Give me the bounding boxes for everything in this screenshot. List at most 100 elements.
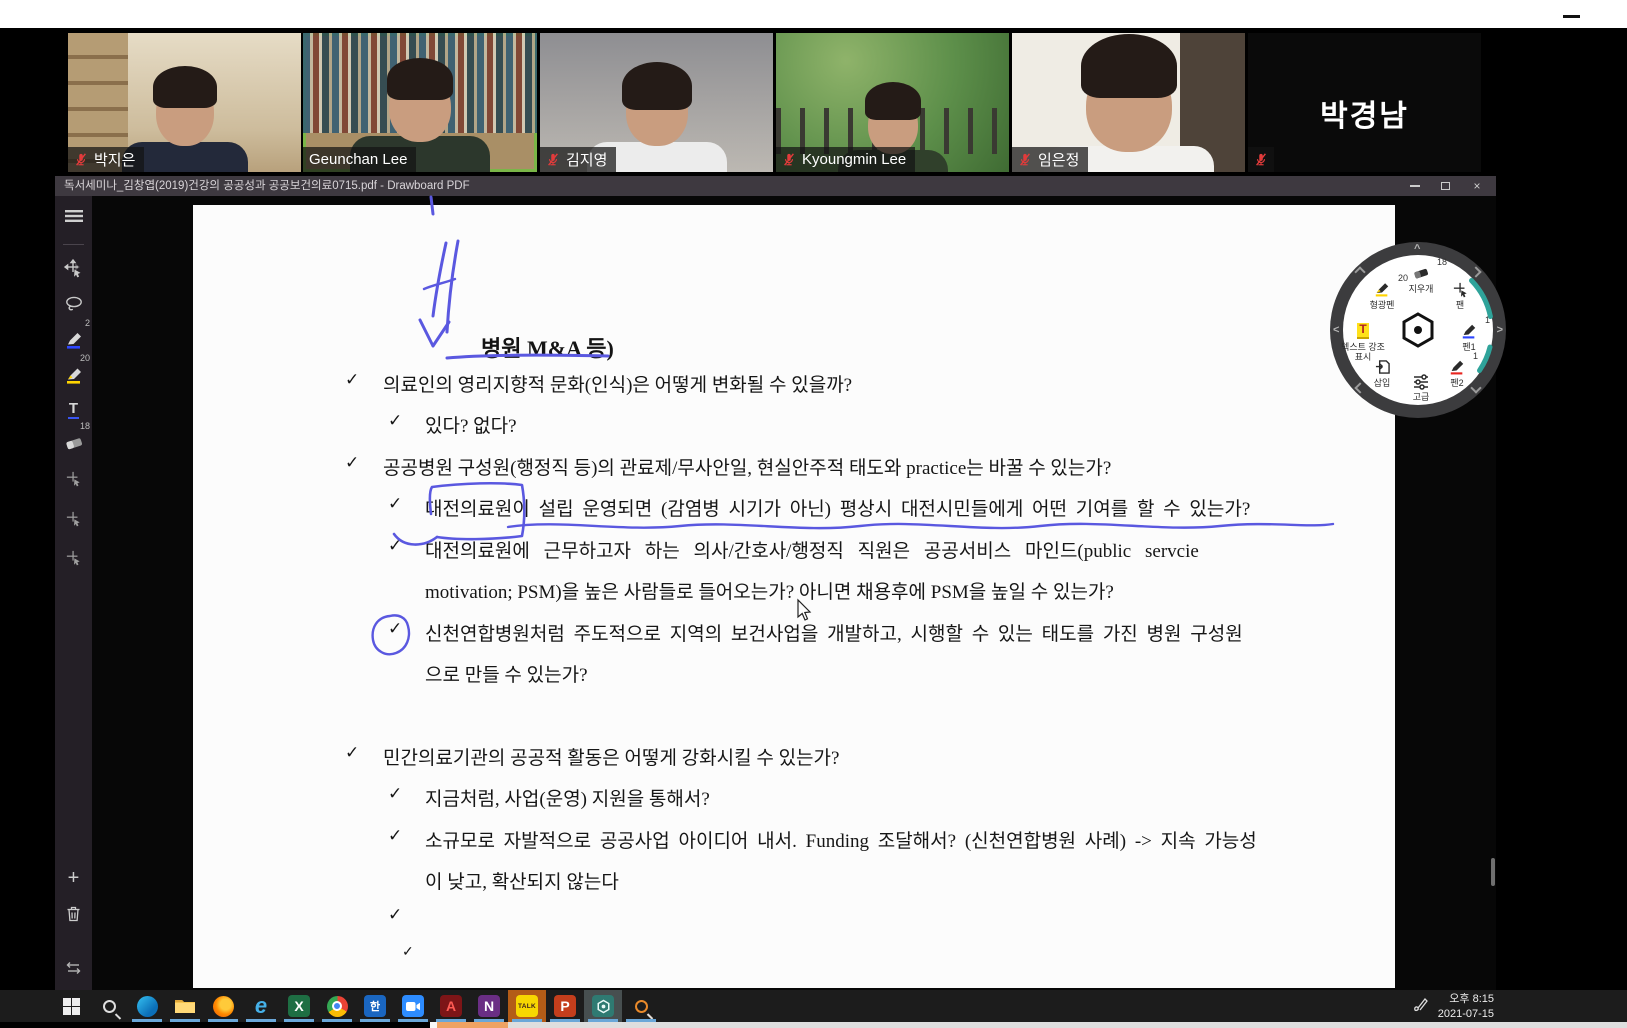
participant-name-label: 임은정 xyxy=(1012,147,1088,172)
file-explorer-icon xyxy=(174,997,196,1015)
participant-name: Kyoungmin Lee xyxy=(802,151,906,168)
text-highlight-icon: T xyxy=(1338,322,1388,340)
taskbar-app-magnifier[interactable] xyxy=(622,990,660,1022)
pdf-page[interactable] xyxy=(193,205,1395,988)
participant-name: 박경남 xyxy=(1248,91,1481,135)
taskbar-app-acrobat[interactable]: A xyxy=(432,990,470,1022)
participant-name: Geunchan Lee xyxy=(309,151,407,168)
taskbar-app-edge[interactable] xyxy=(128,990,166,1022)
participant-name-label xyxy=(1248,147,1274,172)
participant-name-label: 박지은 xyxy=(68,147,144,172)
participant-tile[interactable]: 김지영 xyxy=(540,33,773,172)
wheel-item-pan[interactable]: 팬 xyxy=(1432,280,1488,310)
taskbar-app-kakaotalk[interactable]: TALK xyxy=(508,990,546,1022)
bottom-edge-strip xyxy=(0,1022,1627,1028)
start-button[interactable] xyxy=(52,990,90,1022)
excel-icon: X xyxy=(288,995,310,1017)
highlighter-count-badge: 20 xyxy=(80,353,90,363)
muted-mic-icon xyxy=(1018,152,1032,167)
hancom-icon: 한 xyxy=(364,995,386,1017)
window-close-button[interactable]: × xyxy=(1462,176,1492,196)
minimize-icon[interactable] xyxy=(1563,15,1580,18)
windows-logo-icon xyxy=(63,998,80,1015)
undo-swap-icon[interactable] xyxy=(55,952,92,984)
scrollbar-thumb[interactable] xyxy=(1491,858,1495,886)
edge-icon xyxy=(137,996,158,1017)
ie-icon: e xyxy=(255,993,267,1019)
eraser-count-badge: 18 xyxy=(80,421,90,431)
magnifier-orange-icon xyxy=(635,1000,648,1013)
background-window-sliver xyxy=(437,1022,508,1028)
windows-ink-pen-icon[interactable] xyxy=(1413,997,1429,1018)
chrome-icon xyxy=(327,996,348,1017)
muted-mic-icon xyxy=(74,152,88,167)
taskbar-clock[interactable]: 오후 8:15 2021-07-15 xyxy=(1438,990,1494,1022)
participant-tile[interactable]: Kyoungmin Lee xyxy=(776,33,1009,172)
lasso-tool-icon[interactable] xyxy=(55,288,92,320)
background-window-sliver xyxy=(508,1022,1627,1028)
taskbar-app-chrome[interactable] xyxy=(318,990,356,1022)
taskbar-search-button[interactable] xyxy=(90,990,128,1022)
add-page-button[interactable]: + xyxy=(55,862,92,894)
drawboard-hexagon-icon[interactable] xyxy=(1398,310,1438,350)
participant-name-label: Geunchan Lee xyxy=(303,147,416,172)
pan-tool-4-icon[interactable] xyxy=(55,541,92,573)
window-minimize-button[interactable] xyxy=(1400,176,1430,196)
taskbar-app-powerpoint[interactable]: P xyxy=(546,990,584,1022)
pen-count-badge: 2 xyxy=(85,318,90,328)
pan-tool-2-icon[interactable] xyxy=(55,462,92,494)
taskbar-app-drawboard[interactable] xyxy=(584,990,622,1022)
advanced-sliders-icon xyxy=(1393,372,1449,390)
window-maximize-button[interactable] xyxy=(1430,176,1460,196)
search-icon xyxy=(103,1000,116,1013)
taskbar-app-zoom[interactable] xyxy=(394,990,432,1022)
muted-mic-icon xyxy=(782,152,796,167)
participant-name-label: 김지영 xyxy=(540,147,616,172)
pan-select-tool-icon[interactable] xyxy=(55,252,92,284)
acrobat-icon: A xyxy=(440,995,462,1017)
kakaotalk-icon: TALK xyxy=(516,995,538,1017)
pan-icon xyxy=(1432,280,1488,298)
video-strip: 박지은 Geunchan Lee 김지영 Kyoungm xyxy=(0,28,1627,176)
muted-mic-icon xyxy=(1254,152,1268,167)
drawboard-icon xyxy=(592,995,614,1017)
pdf-titlebar[interactable]: 독서세미나_김창엽(2019)건강의 공공성과 공공보건의료0715.pdf -… xyxy=(55,176,1496,196)
highlighter-tool-icon[interactable]: 20 xyxy=(55,359,92,391)
wheel-item-advanced[interactable]: 고급 xyxy=(1393,372,1449,402)
os-top-strip xyxy=(0,0,1627,28)
firefox-icon xyxy=(213,996,234,1017)
participant-name: 임은정 xyxy=(1038,149,1079,170)
clock-date: 2021-07-15 xyxy=(1438,1007,1494,1022)
taskbar-app-excel[interactable]: X xyxy=(280,990,318,1022)
participant-name: 박지은 xyxy=(94,149,135,170)
pdf-toolbar-sidebar: 2 20 T 18 + xyxy=(55,196,92,990)
windows-taskbar: e X 한 A N TALK P 오후 8:15 2021-07-15 xyxy=(0,990,1627,1022)
participant-tile[interactable]: Geunchan Lee xyxy=(303,33,537,172)
powerpoint-icon: P xyxy=(554,995,576,1017)
eraser-tool-icon[interactable]: 18 xyxy=(55,427,92,459)
pan-tool-3-icon[interactable] xyxy=(55,502,92,534)
muted-mic-icon xyxy=(546,152,560,167)
menu-hamburger-icon[interactable] xyxy=(55,200,92,232)
participant-tile[interactable]: 박지은 xyxy=(68,33,301,172)
taskbar-app-onenote[interactable]: N xyxy=(470,990,508,1022)
zoom-camera-icon xyxy=(402,995,424,1017)
taskbar-app-file-explorer[interactable] xyxy=(166,990,204,1022)
taskbar-app-hancom[interactable]: 한 xyxy=(356,990,394,1022)
wheel-item-pen1[interactable]: 1 펜1 xyxy=(1446,322,1492,352)
taskbar-app-internet-explorer[interactable]: e xyxy=(242,990,280,1022)
participant-name-label: Kyoungmin Lee xyxy=(776,147,915,172)
pen-tool-icon[interactable]: 2 xyxy=(55,324,92,356)
clock-time: 오후 8:15 xyxy=(1438,992,1494,1007)
trash-icon[interactable] xyxy=(55,898,92,930)
participant-tile-video-off[interactable]: 박경남 xyxy=(1248,33,1481,172)
wheel-item-text-highlight[interactable]: T 텍스트 강조 표시 xyxy=(1338,322,1388,363)
taskbar-app-firefox[interactable] xyxy=(204,990,242,1022)
onenote-icon: N xyxy=(478,995,500,1017)
pdf-window-title: 독서세미나_김창엽(2019)건강의 공공성과 공공보건의료0715.pdf -… xyxy=(64,180,470,192)
divider xyxy=(63,244,84,245)
background-window-sliver xyxy=(430,1022,437,1028)
drawboard-pdf-window: 독서세미나_김창엽(2019)건강의 공공성과 공공보건의료0715.pdf -… xyxy=(55,176,1496,990)
radial-tool-wheel[interactable]: ^ < > 20 형광펜 18 지우개 팬 T 텍스트 강조 표시 1 펜1 1 xyxy=(1330,242,1506,418)
participant-tile[interactable]: 임은정 xyxy=(1012,33,1245,172)
